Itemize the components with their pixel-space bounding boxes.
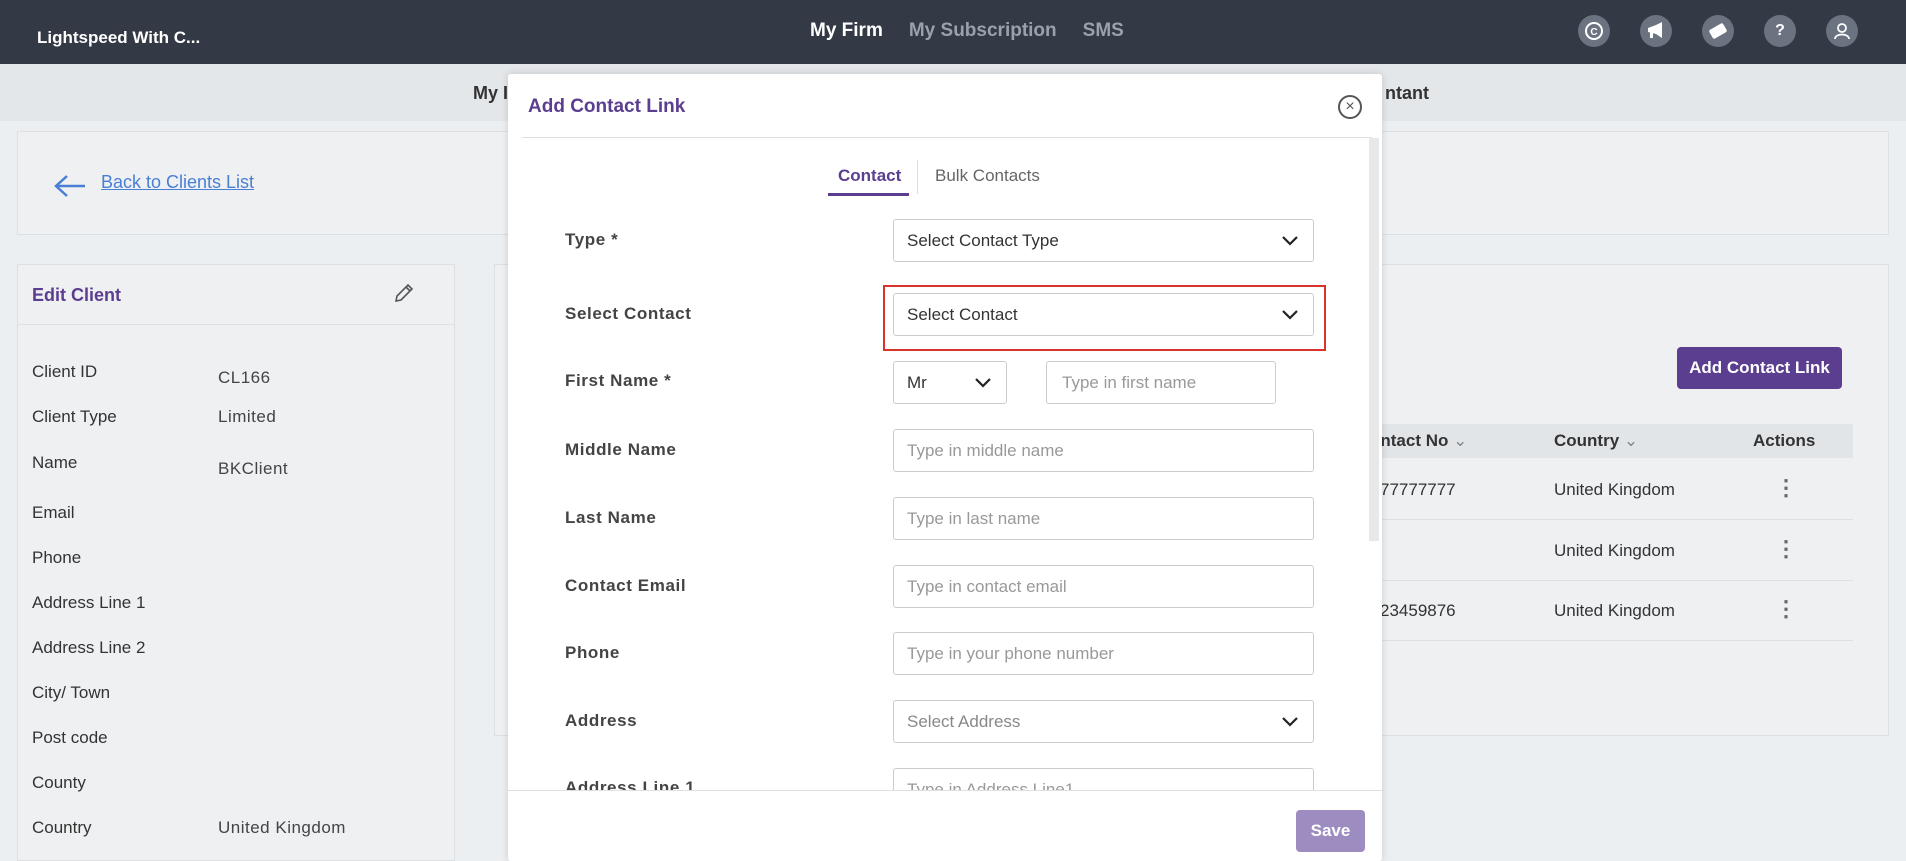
field-value-client-type: Limited [218, 407, 277, 426]
nav-my-subscription[interactable]: My Subscription [909, 20, 1057, 42]
field-label-address-line-1: Address Line 1 [32, 593, 146, 612]
scroll-clip-area: Address Line 1 Type in Address Line1 [520, 764, 1369, 790]
column-contact-no[interactable]: ontact No ⌄ [1370, 431, 1467, 451]
nav-sms[interactable]: SMS [1083, 20, 1124, 42]
chevron-down-icon [1281, 303, 1299, 325]
subnav-item-left[interactable]: My I [473, 83, 508, 104]
label-type: Type * [565, 230, 619, 249]
field-label-name: Name [32, 453, 78, 472]
field-label-county: County [32, 773, 86, 792]
row-divider [1370, 640, 1853, 641]
back-to-clients-link[interactable]: Back to Clients List [101, 172, 254, 193]
chevron-down-icon [1281, 710, 1299, 732]
last-name-input[interactable]: Type in last name [893, 497, 1314, 540]
row-1-contact-no: 77777777 [1380, 480, 1456, 499]
type-select[interactable]: Select Contact Type [893, 219, 1314, 262]
label-contact-email: Contact Email [565, 576, 687, 595]
user-icon[interactable] [1826, 15, 1858, 47]
edit-panel-divider [17, 324, 455, 325]
field-label-client-id: Client ID [32, 362, 98, 381]
save-button[interactable]: Save [1296, 810, 1365, 852]
row-3-more-icon[interactable]: ⋮ [1775, 596, 1797, 622]
address-line-1-input[interactable]: Type in Address Line1 [893, 768, 1314, 790]
brand-name[interactable]: Lightspeed With C... [37, 28, 200, 48]
field-label-post-code: Post code [32, 728, 108, 747]
help-icon[interactable]: ? [1764, 15, 1796, 47]
address-select-value: Select Address [907, 712, 1021, 731]
label-address: Address [565, 711, 638, 730]
chevron-down-icon: ⌄ [1453, 431, 1468, 450]
subnav-item-right[interactable]: ntant [1385, 83, 1429, 104]
row-3-contact-no: 23459876 [1380, 601, 1456, 620]
field-label-phone: Phone [32, 548, 82, 567]
field-value-country: United Kingdom [218, 818, 346, 837]
c-coin-icon[interactable]: C [1578, 15, 1610, 47]
svg-text:C: C [1590, 27, 1597, 38]
label-address-line-1: Address Line 1 [565, 778, 696, 790]
label-phone: Phone [565, 643, 620, 662]
field-label-client-type: Client Type [32, 407, 117, 426]
tab-contact[interactable]: Contact [838, 166, 901, 186]
column-country[interactable]: Country ⌄ [1554, 431, 1638, 451]
label-select-contact: Select Contact [565, 304, 692, 323]
title-select[interactable]: Mr [893, 361, 1007, 404]
field-label-city-town: City/ Town [32, 683, 111, 702]
modal-scrollbar[interactable] [1369, 138, 1379, 541]
modal-footer-divider [508, 790, 1382, 791]
row-2-country: United Kingdom [1554, 541, 1675, 560]
row-divider [1370, 580, 1853, 581]
tab-bulk-contacts[interactable]: Bulk Contacts [935, 166, 1040, 186]
tab-separator [917, 160, 918, 194]
edit-client-panel [17, 264, 455, 861]
field-label-email: Email [32, 503, 75, 522]
address-select[interactable]: Select Address [893, 700, 1314, 743]
contact-select[interactable]: Select Contact [893, 293, 1314, 336]
tab-active-indicator [828, 193, 909, 196]
contact-email-input[interactable]: Type in contact email [893, 565, 1314, 608]
phone-input[interactable]: Type in your phone number [893, 632, 1314, 675]
contact-select-value: Select Contact [907, 305, 1018, 324]
top-icons: C ? [1578, 15, 1858, 47]
chevron-down-icon [974, 371, 992, 393]
row-3-country: United Kingdom [1554, 601, 1675, 620]
label-last-name: Last Name [565, 508, 657, 527]
top-nav: My Firm My Subscription SMS [810, 20, 1124, 42]
modal-title: Add Contact Link [528, 96, 686, 117]
edit-client-title: Edit Client [32, 285, 121, 305]
megaphone-icon[interactable] [1640, 15, 1672, 47]
column-actions: Actions [1753, 431, 1816, 450]
row-divider [1370, 519, 1853, 520]
first-name-input[interactable]: Type in first name [1046, 361, 1276, 404]
row-2-more-icon[interactable]: ⋮ [1775, 536, 1797, 562]
field-label-country: Country [32, 818, 92, 837]
column-country-label: Country [1554, 431, 1620, 450]
middle-name-input[interactable]: Type in middle name [893, 429, 1314, 472]
chevron-down-icon [1281, 229, 1299, 251]
label-middle-name: Middle Name [565, 440, 677, 459]
modal-header-divider [522, 137, 1372, 138]
row-1-country: United Kingdom [1554, 480, 1675, 499]
label-first-name: First Name * [565, 371, 672, 390]
type-select-value: Select Contact Type [907, 231, 1059, 250]
nav-my-firm[interactable]: My Firm [810, 20, 883, 42]
title-select-value: Mr [907, 373, 927, 392]
pencil-icon[interactable] [393, 282, 415, 310]
chevron-down-icon: ⌄ [1623, 431, 1639, 450]
field-value-name: BKClient [218, 459, 289, 478]
row-1-more-icon[interactable]: ⋮ [1775, 475, 1797, 501]
add-contact-link-button[interactable]: Add Contact Link [1677, 347, 1842, 389]
ticket-icon[interactable] [1702, 15, 1734, 47]
field-label-address-line-2: Address Line 2 [32, 638, 146, 657]
close-icon[interactable]: × [1338, 95, 1362, 119]
field-value-client-id: CL166 [218, 368, 271, 387]
back-arrow-icon[interactable] [53, 170, 87, 204]
